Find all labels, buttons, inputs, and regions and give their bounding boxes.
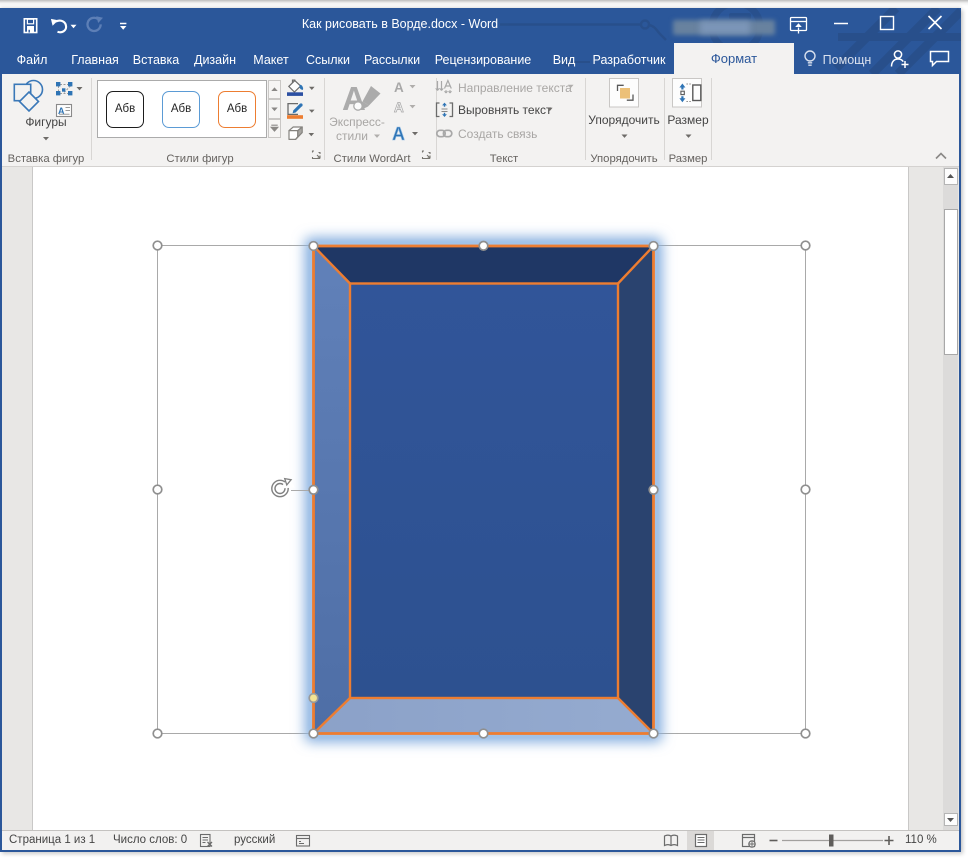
svg-text:А: А <box>394 100 404 115</box>
svg-text:А: А <box>342 80 366 117</box>
svg-text:А: А <box>392 124 405 144</box>
svg-text:А: А <box>394 80 404 95</box>
